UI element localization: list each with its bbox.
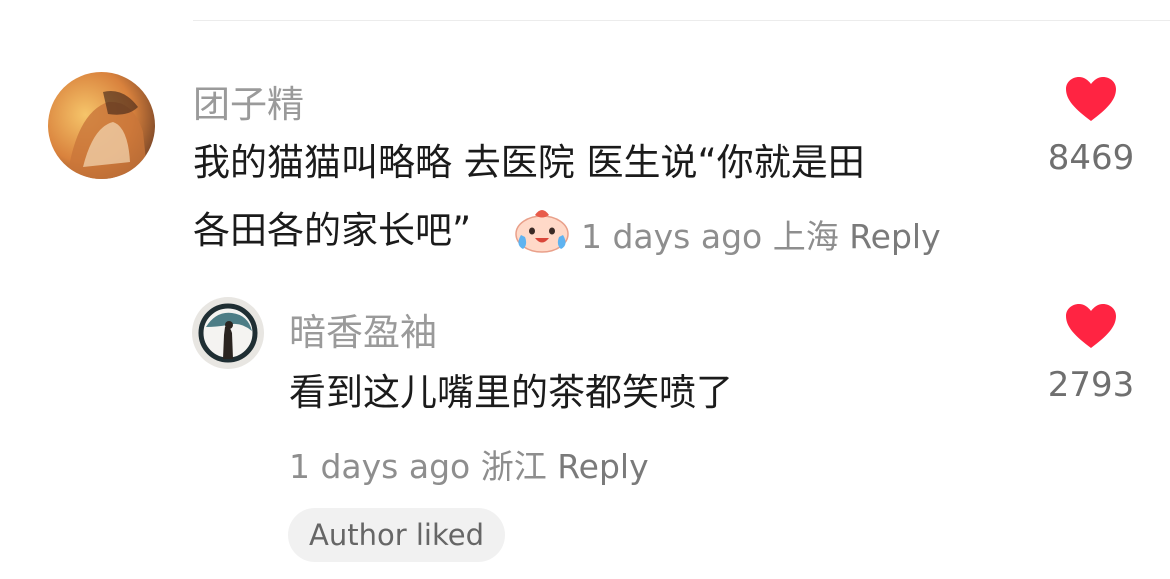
top-divider	[193, 20, 1170, 21]
like-count: 2793	[1047, 365, 1135, 405]
heart-icon	[1066, 77, 1116, 121]
reply-button[interactable]: Reply	[849, 217, 940, 256]
avatar[interactable]	[48, 72, 155, 179]
comment-location: 浙江	[480, 447, 547, 486]
comment-meta: 1 days ago 上海 Reply	[581, 210, 941, 258]
comment-meta: 1 days ago 浙江 Reply	[289, 440, 649, 488]
comment-text-line-1: 我的猫猫叫略略 去医院 医生说“你就是田	[193, 141, 865, 184]
avatar[interactable]	[192, 297, 264, 369]
reply-button[interactable]: Reply	[557, 447, 648, 486]
comment-username[interactable]: 团子精	[193, 74, 304, 128]
comment-username[interactable]: 暗香盈袖	[289, 302, 437, 356]
crying-laughing-bun-emoji-icon	[513, 201, 571, 253]
heart-icon	[1066, 304, 1116, 348]
like-button[interactable]: 2793	[1041, 303, 1141, 405]
comment-time: 1 days ago	[289, 447, 471, 486]
like-count: 8469	[1047, 138, 1135, 178]
comment-text-line-2: 各田各的家长吧”	[193, 209, 472, 252]
comment-location: 上海	[772, 217, 839, 256]
comment-time: 1 days ago	[581, 217, 763, 256]
comment-text-line-1: 看到这儿嘴里的茶都笑喷了	[289, 371, 733, 414]
like-button[interactable]: 8469	[1041, 76, 1141, 178]
author-liked-badge: Author liked	[288, 508, 505, 562]
